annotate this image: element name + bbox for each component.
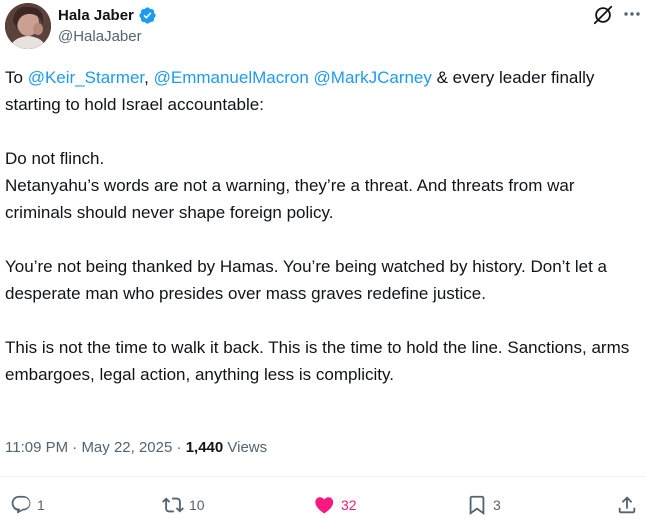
tweet-paragraph-4: This is not the time to walk it back. Th… xyxy=(5,338,630,384)
like-count: 32 xyxy=(341,497,357,513)
repost-icon xyxy=(162,497,184,513)
reply-count: 1 xyxy=(37,497,45,513)
text-prefix: To xyxy=(5,68,28,87)
avatar-image xyxy=(5,3,51,49)
repost-count: 10 xyxy=(189,497,205,513)
author-display-name[interactable]: Hala Jaber xyxy=(58,6,157,25)
meta-separator-2: · xyxy=(172,439,186,456)
share-icon xyxy=(618,496,636,514)
like-icon xyxy=(315,497,334,514)
avatar[interactable] xyxy=(5,3,51,49)
mention-mark-carney[interactable]: @MarkJCarney xyxy=(314,68,432,87)
tweet-paragraph-3: You’re not being thanked by Hamas. You’r… xyxy=(5,257,607,303)
bookmark-count: 3 xyxy=(493,497,501,513)
meta-separator: · xyxy=(68,439,82,456)
tweet-date[interactable]: May 22, 2025 xyxy=(81,439,172,456)
views-count: 1,440 xyxy=(185,439,224,456)
mention-emmanuel-macron[interactable]: @EmmanuelMacron xyxy=(154,68,309,87)
bookmark-button[interactable]: 3 xyxy=(466,494,501,516)
author-name-text: Hala Jaber xyxy=(58,6,134,24)
views-label: Views xyxy=(223,439,268,456)
tweet-paragraph-1: To @Keir_Starmer, @EmmanuelMacron @MarkJ… xyxy=(5,64,637,118)
tweet-meta: 11:09 PM · May 22, 2025 · 1,440 Views xyxy=(5,438,267,458)
text-comma: , xyxy=(144,68,154,87)
share-button[interactable] xyxy=(616,494,638,516)
mention-keir-starmer[interactable]: @Keir_Starmer xyxy=(28,68,144,87)
divider xyxy=(0,476,646,477)
repost-button[interactable]: 10 xyxy=(162,494,205,516)
author-handle[interactable]: @HalaJaber xyxy=(58,28,142,46)
more-icon[interactable] xyxy=(622,4,642,24)
tweet: Hala Jaber @HalaJaber To @Keir_Starmer, … xyxy=(0,0,646,519)
tweet-paragraph-2a: Do not flinch. xyxy=(5,149,105,168)
tweet-text: To @Keir_Starmer, @EmmanuelMacron @MarkJ… xyxy=(5,64,637,388)
tweet-paragraph-2b: Netanyahu’s words are not a warning, the… xyxy=(5,176,575,222)
bookmark-icon xyxy=(469,495,485,516)
grok-icon[interactable] xyxy=(592,4,614,26)
reply-icon xyxy=(11,495,31,514)
verified-badge-icon[interactable] xyxy=(138,6,157,25)
tweet-time[interactable]: 11:09 PM xyxy=(5,439,68,456)
reply-button[interactable]: 1 xyxy=(10,494,45,516)
like-button[interactable]: 32 xyxy=(314,494,357,516)
